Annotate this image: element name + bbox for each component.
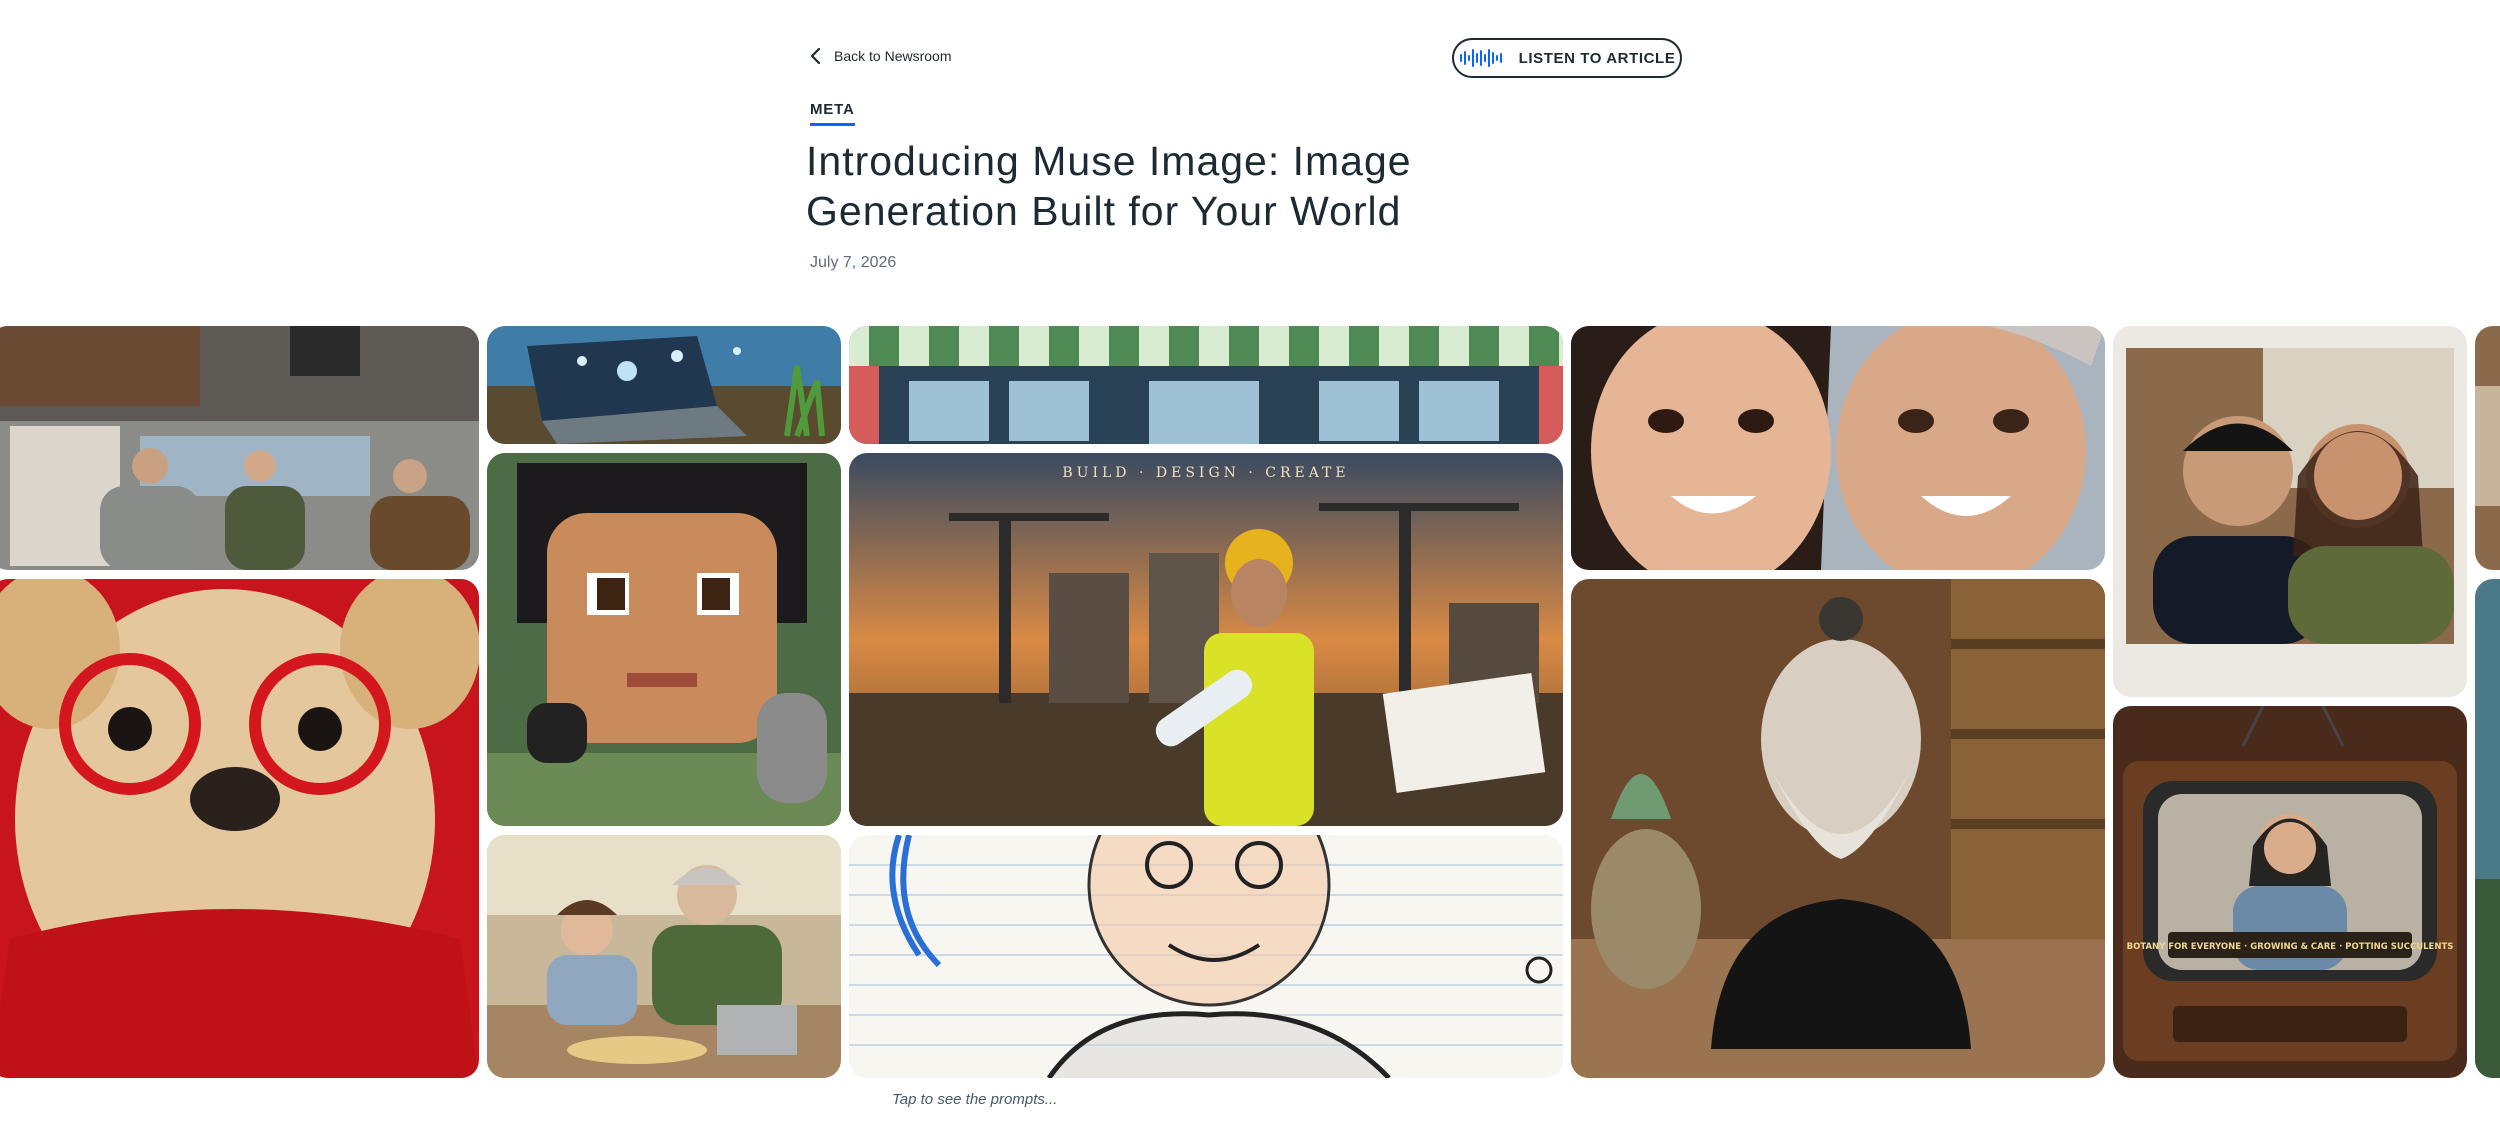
gallery-image-office-overhead[interactable] (0, 326, 479, 570)
gallery-image-crayon-sketch[interactable] (849, 835, 1563, 1078)
tv-caption: BOTANY FOR EVERYONE · GROWING & CARE · P… (2127, 942, 2454, 952)
chevron-left-icon (810, 47, 821, 65)
listen-to-article-button[interactable]: LISTEN TO ARTICLE (1452, 38, 1682, 78)
selfie-duo-image (1571, 326, 2105, 570)
category-tag[interactable]: META (810, 101, 855, 126)
gallery-image-partial-top[interactable] (2475, 326, 2500, 570)
partial-image-top (2475, 326, 2500, 570)
dog-with-glasses-image (0, 579, 479, 1078)
storefront-image (849, 326, 1563, 444)
couple-photo-image (2113, 326, 2467, 697)
article-title: Introducing Muse Image: Image Generation… (806, 138, 1412, 234)
retro-tv-image: BOTANY FOR EVERYONE · GROWING & CARE · P… (2113, 706, 2467, 1078)
back-to-newsroom-link[interactable]: Back to Newsroom (808, 46, 951, 66)
gallery-image-pasta-family[interactable] (487, 835, 841, 1078)
gallery-image-retro-tv[interactable]: BOTANY FOR EVERYONE · GROWING & CARE · P… (2113, 706, 2467, 1078)
ceramic-bust-image (1571, 579, 2105, 1078)
gallery-image-architect-poster[interactable]: BUILD · DESIGN · CREATE (849, 453, 1563, 826)
crayon-sketch-image (849, 835, 1563, 1078)
partial-image-bottom (2475, 579, 2500, 1078)
gallery-image-dog-glasses[interactable] (0, 579, 479, 1078)
gallery-image-pixel-girl[interactable] (487, 453, 841, 826)
poster-tagline: BUILD · DESIGN · CREATE (1062, 465, 1349, 481)
back-link-label: Back to Newsroom (834, 48, 952, 64)
publish-date: July 7, 2026 (810, 254, 897, 271)
listen-button-label: LISTEN TO ARTICLE (1518, 49, 1676, 67)
laptop-splash-image (487, 326, 841, 444)
gallery-hint: Tap to see the prompts... (892, 1091, 1058, 1108)
gallery-image-partial-bottom[interactable] (2475, 579, 2500, 1078)
pixel-art-girl-image (487, 453, 841, 826)
gallery-image-laptop-splash[interactable] (487, 326, 841, 444)
gallery-image-selfie-duo[interactable] (1571, 326, 2105, 570)
gallery-image-ceramic-bust[interactable] (1571, 579, 2105, 1078)
gallery-image-couple-kitchen[interactable] (2113, 326, 2467, 697)
audio-waveform-icon (1459, 49, 1502, 67)
pasta-making-image (487, 835, 841, 1078)
construction-site-image: BUILD · DESIGN · CREATE (849, 453, 1563, 826)
gallery-image-storefront[interactable] (849, 326, 1563, 444)
office-scene-image (0, 326, 479, 570)
